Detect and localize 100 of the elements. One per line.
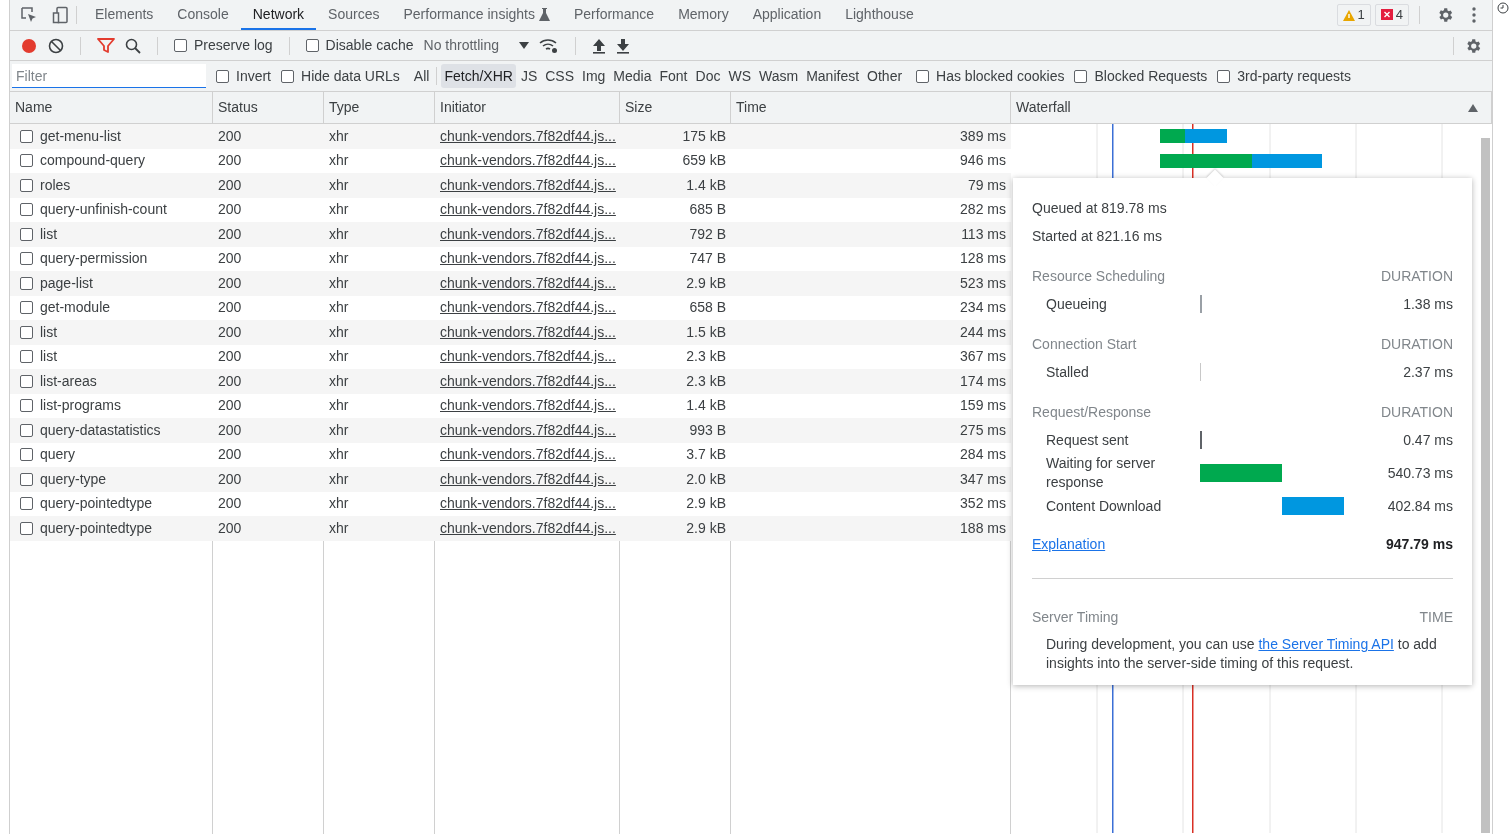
explanation-link[interactable]: Explanation [1032,533,1387,555]
initiator-link[interactable]: chunk-vendors.7f82df44.js... [440,519,616,536]
row-checkbox[interactable] [20,448,33,462]
row-checkbox[interactable] [20,301,33,315]
request-name[interactable]: compound-query [40,150,146,172]
request-name[interactable]: list [40,223,58,245]
download-icon[interactable] [616,37,630,54]
row-checkbox[interactable] [20,227,33,241]
request-name[interactable]: get-module [40,297,111,319]
resource-type-filter[interactable]: Other [864,64,906,88]
initiator-link[interactable]: chunk-vendors.7f82df44.js... [440,495,616,512]
panel-tab[interactable]: Elements [83,0,166,30]
resource-type-filter[interactable]: Fetch/XHR [441,64,516,88]
wifi-settings-icon[interactable] [539,37,559,54]
panel-tab[interactable]: Memory [666,0,741,30]
row-checkbox[interactable] [20,276,33,290]
panel-tab[interactable]: Sources [316,0,392,30]
request-name[interactable]: list [40,346,58,368]
row-checkbox[interactable] [20,252,33,266]
resource-type-filter[interactable]: All [410,64,433,88]
panel-tab[interactable]: Performance [561,0,667,30]
initiator-link[interactable]: chunk-vendors.7f82df44.js... [440,127,616,144]
column-header[interactable]: Waterfall [1011,92,1492,123]
filter-icon[interactable] [97,37,115,54]
initiator-link[interactable]: chunk-vendors.7f82df44.js... [440,250,616,267]
initiator-link[interactable]: chunk-vendors.7f82df44.js... [440,372,616,389]
column-header[interactable]: Status [213,92,324,123]
resource-type-filter[interactable]: CSS [542,64,577,88]
resource-type-filter[interactable]: Wasm [756,64,802,88]
panel-tab[interactable]: Performance insights [391,0,562,30]
warning-count-badge[interactable]: 1 [1336,4,1371,26]
initiator-link[interactable]: chunk-vendors.7f82df44.js... [440,152,616,169]
error-count-badge[interactable]: 4 [1374,4,1409,26]
row-checkbox[interactable] [20,472,33,486]
request-name[interactable]: query-pointedtype [40,517,153,539]
initiator-link[interactable]: chunk-vendors.7f82df44.js... [440,176,616,193]
initiator-link[interactable]: chunk-vendors.7f82df44.js... [440,470,616,487]
panel-tab[interactable]: Application [740,0,834,30]
initiator-link[interactable]: chunk-vendors.7f82df44.js... [440,299,616,316]
server-timing-api-link[interactable]: the Server Timing API [1258,636,1394,652]
request-name[interactable]: query-unfinish-count [40,199,167,221]
row-checkbox[interactable] [20,399,33,413]
row-checkbox[interactable] [20,374,33,388]
device-toolbar-icon[interactable] [52,6,70,24]
request-name[interactable]: list-programs [40,395,121,417]
request-name[interactable]: query-permission [40,248,148,270]
initiator-link[interactable]: chunk-vendors.7f82df44.js... [440,323,616,340]
row-checkbox[interactable] [20,325,33,339]
column-header[interactable]: Time [731,92,1011,123]
resource-type-filter[interactable]: Manifest [803,64,863,88]
upload-icon[interactable] [592,37,606,54]
initiator-link[interactable]: chunk-vendors.7f82df44.js... [440,274,616,291]
request-name[interactable]: page-list [40,272,93,294]
record-icon[interactable] [20,36,38,55]
checkbox[interactable] [1217,69,1231,83]
initiator-link[interactable]: chunk-vendors.7f82df44.js... [440,348,616,365]
more-options-icon[interactable] [1472,7,1476,23]
inspect-element-icon[interactable] [20,6,38,24]
scrollbar[interactable] [1481,138,1490,833]
checkbox[interactable] [1074,69,1088,83]
column-header[interactable]: Initiator [435,92,620,123]
row-checkbox[interactable] [20,129,33,143]
filter-input[interactable]: Filter [12,64,206,88]
initiator-link[interactable]: chunk-vendors.7f82df44.js... [440,201,616,218]
column-header[interactable]: Type [324,92,435,123]
row-checkbox[interactable] [20,178,33,192]
panel-tab[interactable]: Lighthouse [833,0,926,30]
request-name[interactable]: query-type [40,468,107,490]
resource-type-filter[interactable]: Img [579,64,609,88]
checkbox[interactable] [305,39,319,52]
row-checkbox[interactable] [20,154,33,168]
panel-tab[interactable]: Console [165,0,241,30]
row-checkbox[interactable] [20,203,33,217]
row-checkbox[interactable] [20,521,33,535]
column-header[interactable]: Size [620,92,731,123]
search-icon[interactable] [125,37,141,54]
resource-type-filter[interactable]: Doc [692,64,724,88]
initiator-link[interactable]: chunk-vendors.7f82df44.js... [440,446,616,463]
resource-type-filter[interactable]: Font [656,64,691,88]
request-name[interactable]: query-pointedtype [40,493,153,515]
resource-type-filter[interactable]: WS [725,64,754,88]
checkbox[interactable] [916,69,930,83]
initiator-link[interactable]: chunk-vendors.7f82df44.js... [440,225,616,242]
request-name[interactable]: query-datastatistics [40,419,161,441]
initiator-link[interactable]: chunk-vendors.7f82df44.js... [440,397,616,414]
checkbox[interactable] [216,69,229,83]
column-header[interactable]: Name [10,92,213,123]
initiator-link[interactable]: chunk-vendors.7f82df44.js... [440,421,616,438]
checkbox[interactable] [281,69,294,83]
request-name[interactable]: list-areas [40,370,97,392]
resource-type-filter[interactable]: Media [610,64,655,88]
clear-icon[interactable] [48,37,64,54]
request-name[interactable]: get-menu-list [40,125,121,147]
row-checkbox[interactable] [20,497,33,511]
request-name[interactable]: query [40,444,76,466]
resource-type-filter[interactable]: JS [517,64,541,88]
row-checkbox[interactable] [20,423,33,437]
request-name[interactable]: list [40,321,58,343]
checkbox[interactable] [174,39,187,52]
request-name[interactable]: roles [40,174,71,196]
